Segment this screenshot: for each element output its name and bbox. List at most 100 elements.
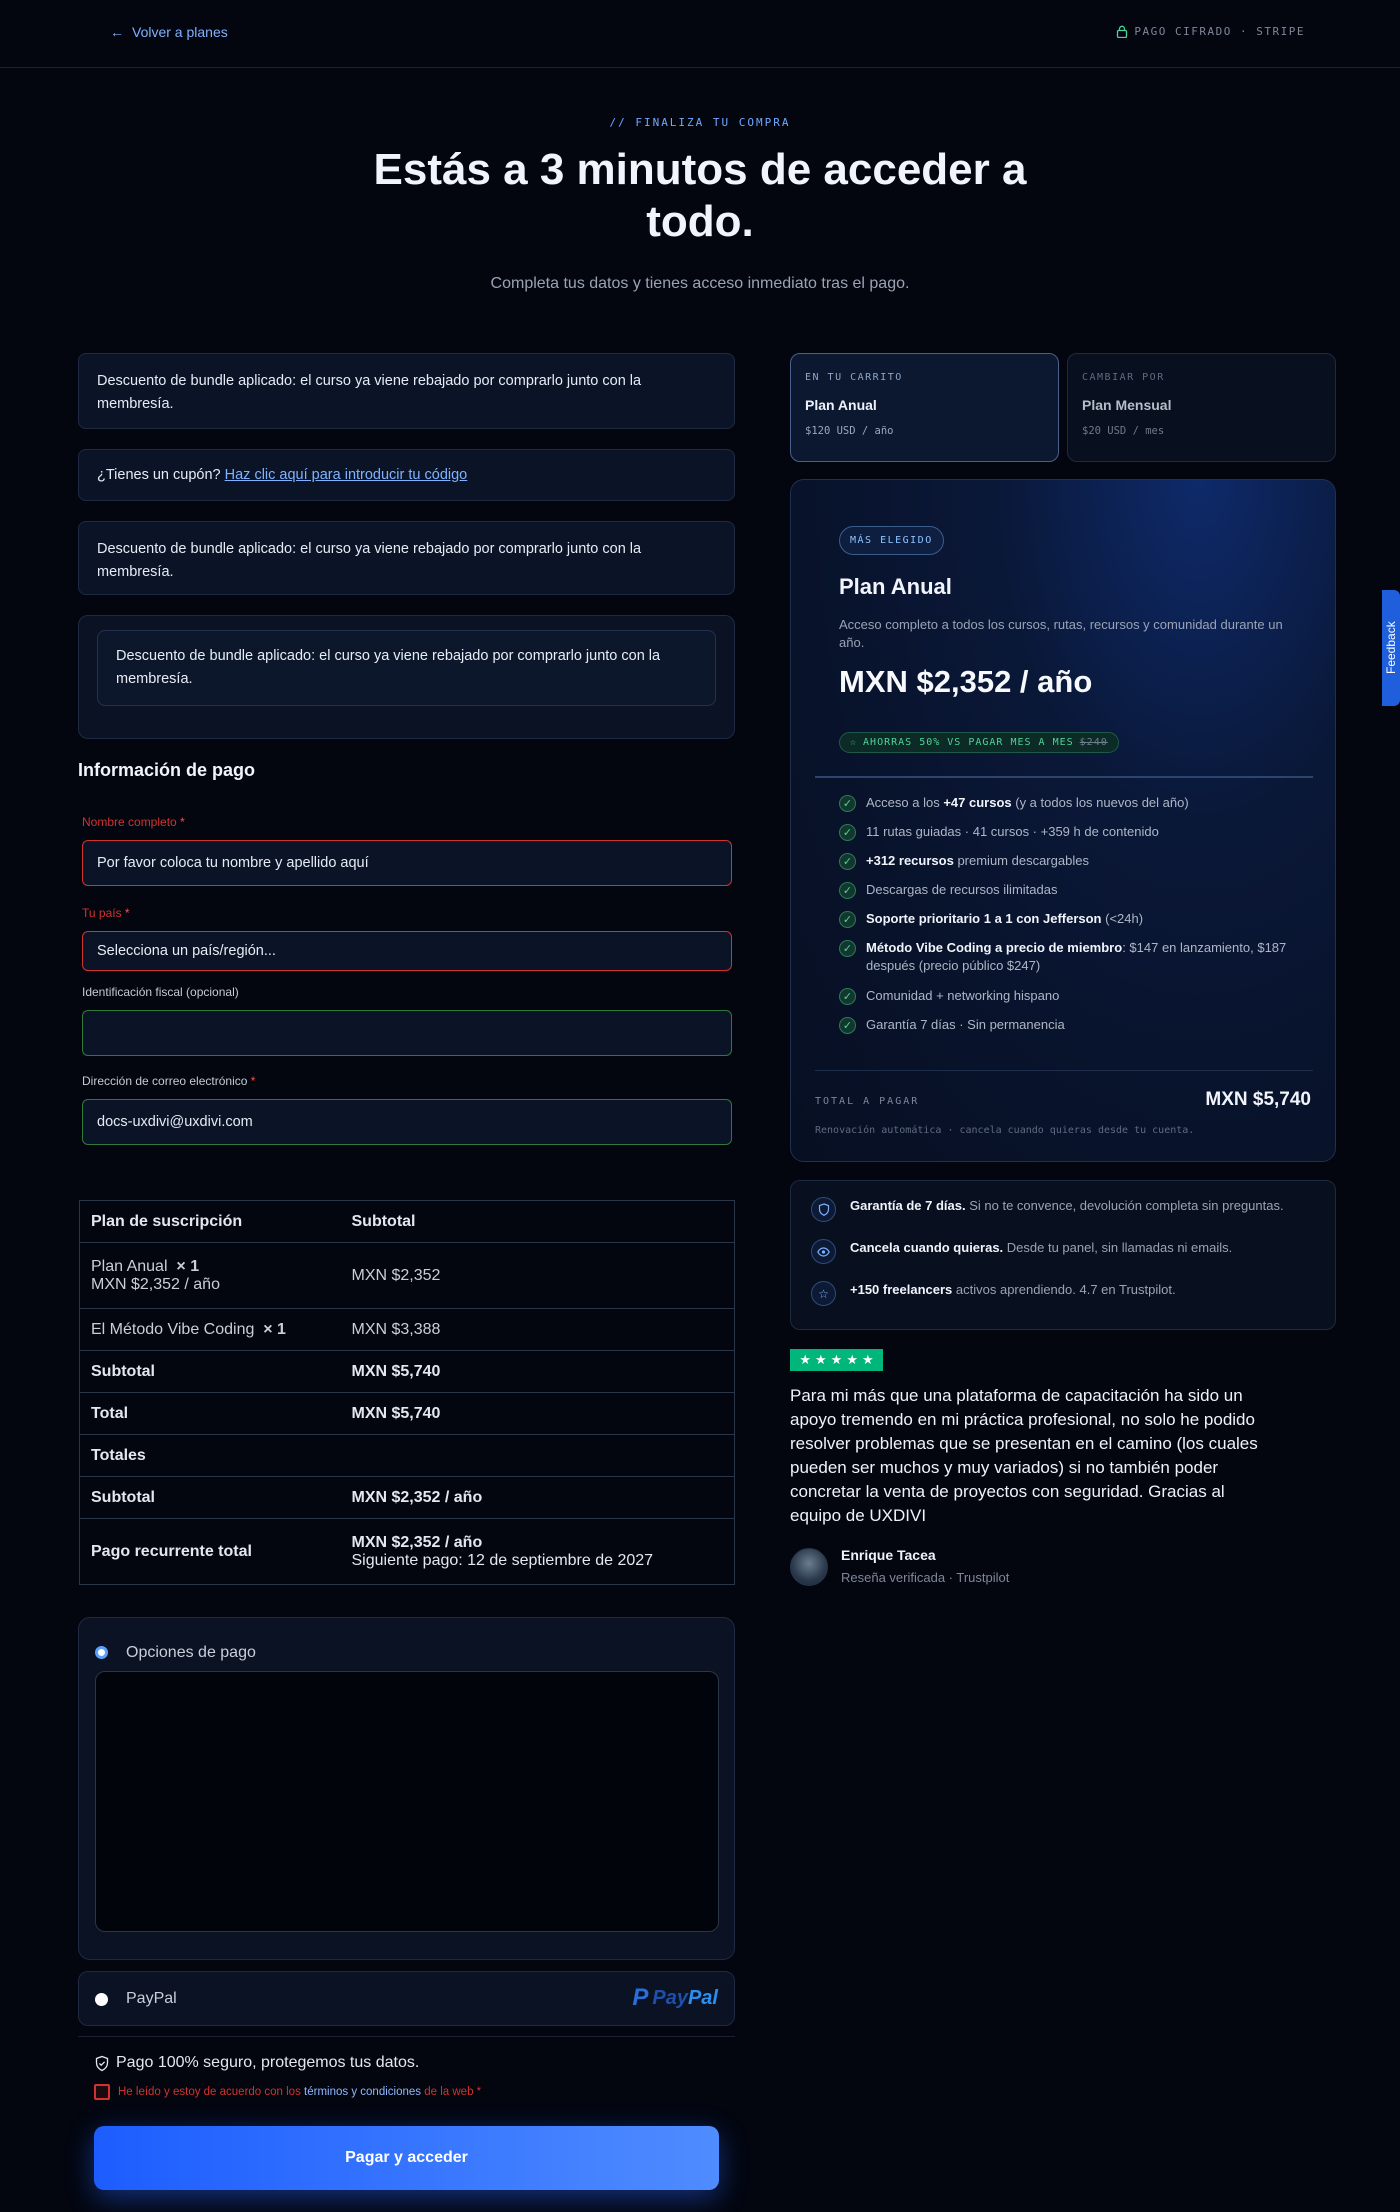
total-value: MXN $5,740 — [340, 1392, 735, 1435]
renewal-note: Renovación automática · cancela cuando q… — [815, 1125, 1195, 1136]
terms-checkbox[interactable] — [94, 2084, 110, 2100]
table-header-row: Plan de suscripción Subtotal — [79, 1200, 735, 1243]
feature-item: ✓ Acceso a los +47 cursos (y a todos los … — [839, 794, 1309, 812]
column-header: Subtotal — [340, 1200, 735, 1243]
check-icon: ✓ — [839, 911, 856, 928]
feature-item: ✓ Método Vibe Coding a precio de miembro:… — [839, 939, 1309, 975]
guarantee-title: Garantía de 7 días. — [850, 1198, 966, 1213]
tax-id-input[interactable] — [82, 1010, 732, 1056]
plan-title: Plan Anual — [839, 574, 952, 599]
name-field-label: Nombre completo * — [82, 815, 185, 829]
item-name: El Método Vibe Coding — [91, 1320, 255, 1338]
subtotal-value: MXN $5,740 — [340, 1350, 735, 1393]
plan-tab-monthly[interactable]: CAMBIAR POR Plan Mensual $20 USD / mes — [1067, 353, 1336, 462]
guarantee-item: Cancela cuando quieras. Desde tu panel, … — [811, 1239, 1232, 1264]
order-summary-table: Plan de suscripción Subtotal Plan Anual … — [79, 1200, 735, 1585]
guarantee-title: Cancela cuando quieras. — [850, 1240, 1004, 1255]
check-icon: ✓ — [839, 824, 856, 841]
feature-text: (y a todos los nuevos del año) — [1011, 795, 1189, 810]
paypal-logo-pay: Pay — [652, 1986, 688, 2009]
check-icon: ✓ — [839, 853, 856, 870]
required-mark: * — [124, 906, 130, 920]
terms-prefix: He leído y estoy de acuerdo con los — [118, 2086, 301, 2098]
feature-item: ✓ Garantía 7 días · Sin permanencia — [839, 1016, 1309, 1034]
recurring-total-label: Pago recurrente total — [79, 1518, 341, 1585]
bundle-notice: Descuento de bundle aplicado: el curso y… — [78, 521, 735, 595]
subtotal-label: Subtotal — [79, 1350, 341, 1393]
plan-tab-annual[interactable]: EN TU CARRITO Plan Anual $120 USD / año — [790, 353, 1059, 462]
secure-text: Pago 100% seguro, protegemos tus datos. — [116, 2054, 420, 2071]
star-icon: ☆ — [850, 737, 858, 748]
lock-icon — [1117, 25, 1128, 38]
total-to-pay-value: MXN $5,740 — [1205, 1089, 1311, 1110]
page-subtitle: Completa tus datos y tienes acceso inmed… — [490, 275, 910, 292]
paypal-logo: P Pay Pal — [632, 1984, 718, 2012]
terms-suffix: de la web — [424, 2086, 474, 2098]
paypal-option[interactable]: PayPal P Pay Pal — [78, 1971, 735, 2026]
shield-icon — [811, 1197, 836, 1222]
plan-tab-name: Plan Mensual — [1082, 397, 1172, 413]
terms-link[interactable]: términos y condiciones — [304, 2086, 421, 2098]
item-sub: MXN $2,352 / año — [91, 1275, 220, 1293]
full-name-input[interactable]: Por favor coloca tu nombre y apellido aq… — [82, 840, 732, 886]
email-input[interactable]: docs-uxdivi@uxdivi.com — [82, 1099, 732, 1145]
total-to-pay-label: TOTAL A PAGAR — [815, 1096, 920, 1107]
total-label: Total — [79, 1392, 341, 1435]
plan-card: MÁS ELEGIDO Plan Anual Acceso completo a… — [790, 479, 1336, 1162]
recurring-total-cell: MXN $2,352 / año Siguiente pago: 12 de s… — [340, 1518, 735, 1585]
divider — [815, 776, 1313, 778]
star-icon: ★ — [799, 1352, 812, 1367]
avatar — [790, 1548, 828, 1586]
divider — [78, 2036, 735, 2037]
arrow-left-icon: ← — [110, 24, 124, 40]
feature-text: premium descargables — [953, 853, 1089, 868]
table-row: Subtotal MXN $2,352 / año — [79, 1476, 735, 1519]
divider — [815, 1070, 1313, 1071]
feature-text: (<24h) — [1101, 911, 1144, 926]
guarantee-item: Garantía de 7 días. Si no te convence, d… — [811, 1197, 1284, 1222]
country-select[interactable]: Selecciona un país/región... — [82, 931, 732, 971]
payment-info-heading: Información de pago — [78, 760, 256, 780]
table-row: El Método Vibe Coding × 1 MXN $3,388 — [79, 1308, 735, 1351]
email-field-label: Dirección de correo electrónico * — [82, 1074, 255, 1088]
totals-label: Totales — [79, 1434, 735, 1477]
savings-badge: ☆ AHORRAS 50% VS PAGAR MES A MES $240 — [839, 732, 1119, 753]
coupon-link[interactable]: Haz clic aquí para introducir tu código — [225, 467, 468, 483]
terms-text: He leído y estoy de acuerdo con los térm… — [118, 2086, 481, 2098]
check-icon: ✓ — [839, 1017, 856, 1034]
card-payment-frame[interactable] — [95, 1671, 719, 1932]
paypal-radio[interactable] — [95, 1993, 108, 2006]
plan-item-cell: Plan Anual × 1 MXN $2,352 / año — [79, 1242, 341, 1309]
feature-text: 11 rutas guiadas · 41 cursos · +359 h de… — [866, 824, 1159, 839]
shield-check-icon — [95, 2055, 109, 2071]
recurring-subtotal-value: MXN $2,352 / año — [340, 1476, 735, 1519]
secure-payment-note: Pago 100% seguro, protegemos tus datos. — [94, 2054, 419, 2072]
feedback-tab[interactable]: Feedback — [1382, 590, 1400, 706]
star-icon: ★ — [861, 1352, 874, 1367]
guarantee-text: Desde tu panel, sin llamadas ni emails. — [1003, 1240, 1233, 1255]
item-qty: × 1 — [176, 1257, 200, 1275]
feature-text: Descargas de recursos ilimitadas — [866, 882, 1058, 897]
item-qty: × 1 — [263, 1320, 286, 1338]
payment-options-radio[interactable] — [95, 1646, 108, 1659]
pay-and-access-button[interactable]: Pagar y acceder — [94, 2126, 719, 2190]
paypal-label: PayPal — [126, 1990, 177, 2007]
required-mark: * — [476, 2086, 482, 2098]
table-row: Total MXN $5,740 — [79, 1392, 735, 1435]
table-row: Pago recurrente total MXN $2,352 / año S… — [79, 1518, 735, 1585]
star-icon: ★ — [815, 1352, 827, 1367]
back-to-plans-link[interactable]: ← Volver a planes — [110, 24, 228, 40]
bundle-notice-wrapper: Descuento de bundle aplicado: el curso y… — [78, 615, 735, 739]
savings-old-price: $240 — [1079, 737, 1108, 748]
reviewer-name: Enrique Tacea — [841, 1547, 936, 1563]
feature-item: ✓ 11 rutas guiadas · 41 cursos · +359 h d… — [839, 823, 1309, 841]
next-payment-date: Siguiente pago: 12 de septiembre de 2027 — [351, 1551, 654, 1569]
payment-options-box: Opciones de pago — [78, 1617, 735, 1960]
plan-tab-key: CAMBIAR POR — [1082, 372, 1165, 383]
feature-item: ✓ Descargas de recursos ilimitadas — [839, 881, 1309, 899]
feature-text: Comunidad + networking hispano — [866, 988, 1060, 1003]
bundle-notice: Descuento de bundle aplicado: el curso y… — [78, 353, 735, 429]
country-label-text: Tu país — [82, 906, 122, 920]
eye-icon — [811, 1239, 836, 1264]
top-bar: ← Volver a planes PAGO CIFRADO · STRIPE — [0, 0, 1400, 68]
